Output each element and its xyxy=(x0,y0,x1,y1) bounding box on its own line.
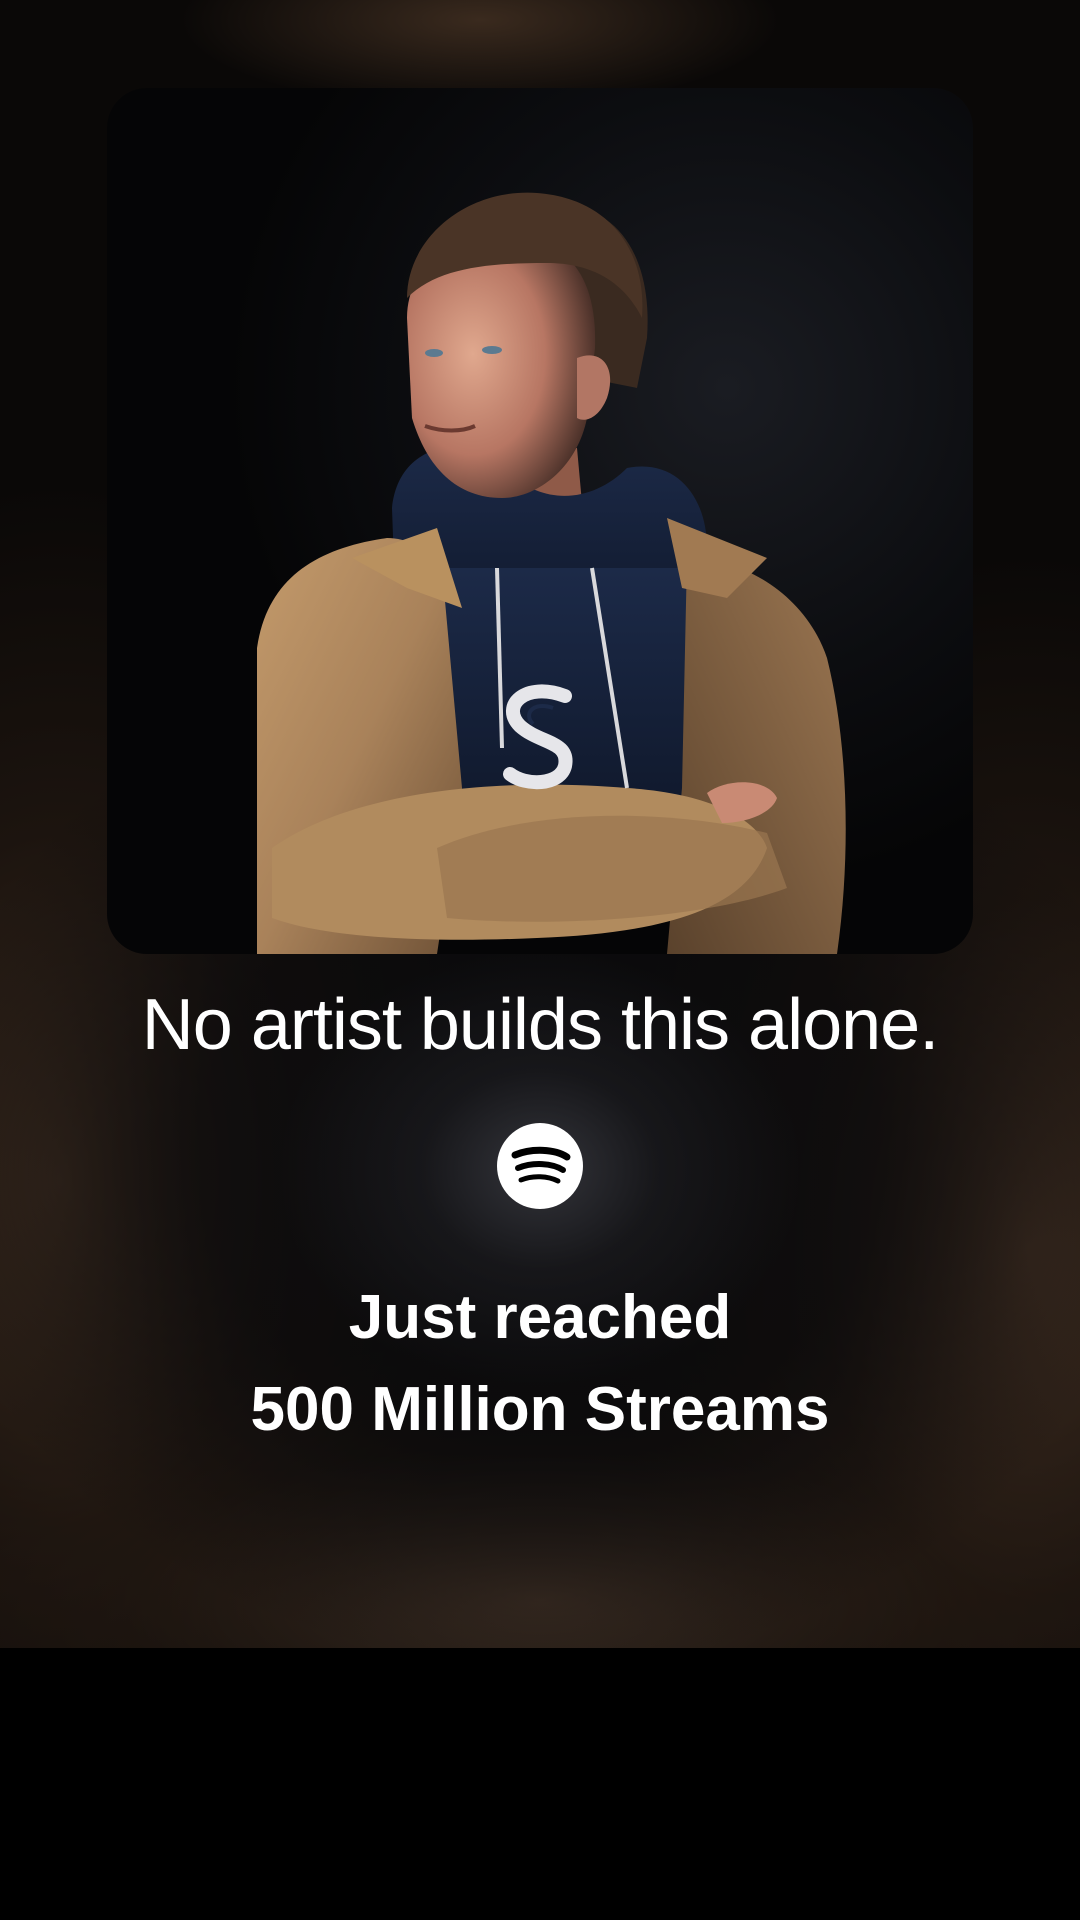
artist-photo xyxy=(107,88,973,954)
story-background: No artist builds this alone. Just reache… xyxy=(0,0,1080,1648)
headline: No artist builds this alone. xyxy=(141,985,939,1065)
milestone-line-2: 500 Million Streams xyxy=(250,1375,830,1444)
spotify-icon xyxy=(497,1123,583,1209)
bottom-letterbox xyxy=(0,1648,1080,1920)
milestone-text: Just reached 500 Million Streams xyxy=(0,1272,1080,1456)
milestone-line-1: Just reached xyxy=(348,1283,732,1352)
